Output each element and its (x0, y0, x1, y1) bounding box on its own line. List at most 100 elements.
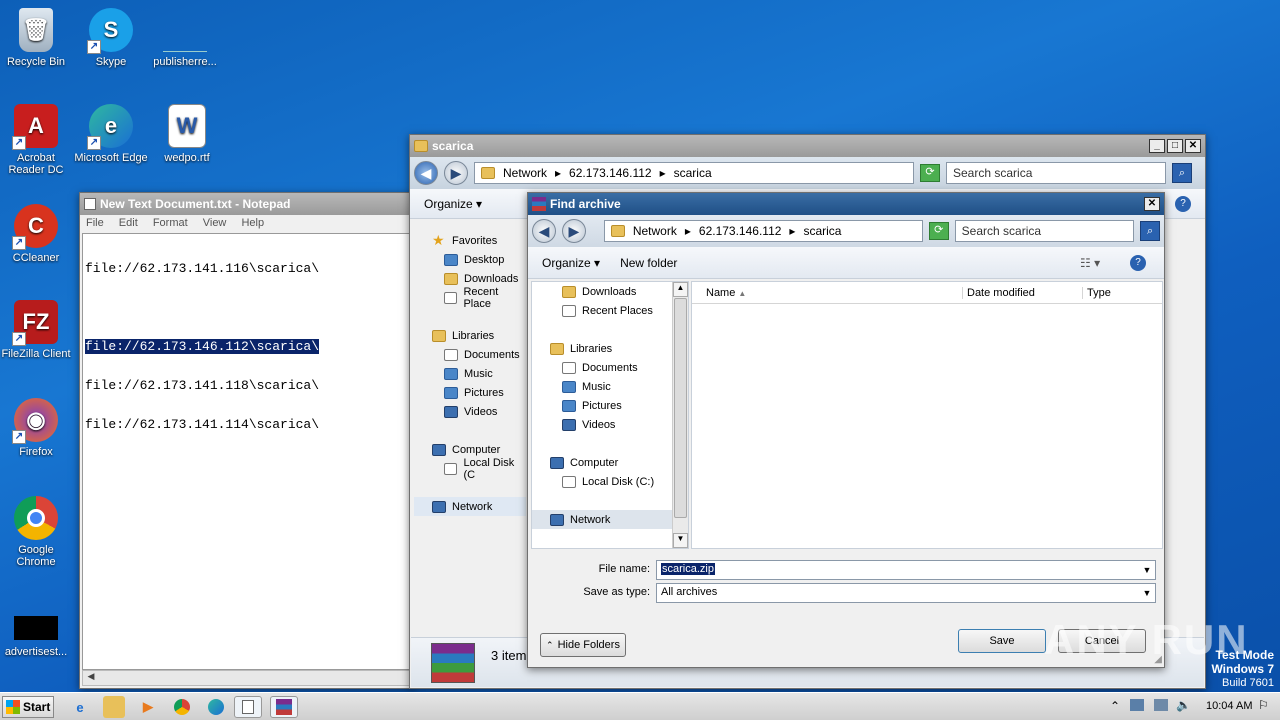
desktop-icon-chrome[interactable]: Google Chrome (0, 496, 74, 568)
notepad-text-area[interactable]: file://62.173.141.116\scarica\ file://62… (82, 233, 411, 670)
nav-recent[interactable]: Recent Place (414, 286, 526, 310)
save-type-select[interactable]: All archives ▼ (656, 583, 1156, 603)
scroll-down-icon[interactable]: ▼ (673, 533, 688, 548)
save-button[interactable]: Save (958, 629, 1046, 653)
breadcrumb-network[interactable]: Network (503, 166, 547, 180)
desktop-icon-advertise[interactable]: advertisest... (0, 616, 74, 658)
notepad-hscrollbar[interactable]: ◀ (82, 670, 411, 686)
column-type[interactable]: Type (1083, 287, 1111, 299)
dialog-refresh-icon[interactable]: ⟳ (928, 222, 949, 240)
view-options-icon[interactable]: ☷ ▾ (1080, 256, 1100, 270)
start-button[interactable]: Start (2, 696, 54, 718)
dialog-nav-libraries[interactable]: Libraries (532, 339, 674, 358)
dialog-nav-pictures[interactable]: Pictures (532, 396, 674, 415)
minimize-button[interactable]: _ (1149, 139, 1165, 153)
menu-edit[interactable]: Edit (119, 217, 138, 229)
media-player-icon[interactable]: ▶ (134, 696, 162, 718)
menu-view[interactable]: View (203, 217, 227, 229)
dialog-search-icon[interactable]: ⌕ (1140, 221, 1161, 241)
find-archive-dialog[interactable]: Find archive ✕ ◀ ▶ Network ▸ 62.173.146.… (527, 192, 1165, 668)
breadcrumb-host[interactable]: 62.173.146.112 (699, 224, 782, 238)
dialog-nav-recent[interactable]: Recent Places (532, 301, 674, 320)
file-name-input[interactable]: scarica.zip (661, 563, 715, 575)
desktop-icon-recycle-bin[interactable]: 🗑 Recycle Bin (0, 8, 74, 68)
breadcrumb-network[interactable]: Network (633, 224, 677, 238)
dialog-nav-documents[interactable]: Documents (532, 358, 674, 377)
desktop-icon-edge[interactable]: e ↗ Microsoft Edge (73, 104, 149, 164)
maximize-button[interactable]: □ (1167, 139, 1183, 153)
ie-icon[interactable]: e (66, 696, 94, 718)
nav-music[interactable]: Music (414, 364, 526, 383)
scroll-left-icon[interactable]: ◀ (83, 671, 99, 685)
organize-button[interactable]: Organize ▾ (424, 197, 482, 211)
refresh-icon[interactable]: ⟳ (920, 164, 940, 182)
new-folder-button[interactable]: New folder (620, 256, 677, 270)
notepad-titlebar[interactable]: New Text Document.txt - Notepad (80, 193, 413, 215)
menu-help[interactable]: Help (241, 217, 264, 229)
address-bar[interactable]: Network ▸ 62.173.146.112 ▸ scarica (474, 162, 914, 184)
menu-file[interactable]: File (86, 217, 104, 229)
nav-localdisk[interactable]: Local Disk (C (414, 457, 526, 481)
breadcrumb-scarica[interactable]: scarica (674, 166, 712, 180)
dialog-close-button[interactable]: ✕ (1144, 197, 1160, 211)
edge-taskbar-icon[interactable] (202, 696, 230, 718)
nav-documents[interactable]: Documents (414, 345, 526, 364)
dialog-nav-videos[interactable]: Videos (532, 415, 674, 434)
hide-folders-button[interactable]: ⌃ Hide Folders (540, 633, 626, 657)
clock[interactable]: 10:04 AM (1206, 700, 1252, 712)
search-icon[interactable]: ⌕ (1172, 163, 1192, 183)
dialog-search-input[interactable]: Search scarica (954, 220, 1135, 242)
nav-libraries[interactable]: Libraries (414, 326, 526, 345)
flag-tray-icon[interactable]: ⚐ (1258, 698, 1269, 712)
dialog-address-bar[interactable]: Network ▸ 62.173.146.112 ▸ scarica (603, 220, 923, 242)
dialog-forward-button[interactable]: ▶ (561, 219, 586, 243)
network-tray-icon[interactable] (1130, 699, 1144, 711)
dialog-nav-network[interactable]: Network (532, 510, 674, 529)
column-date[interactable]: Date modified (963, 286, 1083, 299)
tray-expand-icon[interactable]: ⌃ (1110, 699, 1120, 713)
dialog-organize-button[interactable]: Organize ▾ (542, 256, 600, 270)
desktop-icon-ccleaner[interactable]: C ↗ CCleaner (0, 204, 74, 264)
close-button[interactable]: ✕ (1185, 139, 1201, 153)
notepad-window[interactable]: New Text Document.txt - Notepad File Edi… (79, 192, 414, 689)
explorer-taskbar-icon[interactable] (103, 696, 125, 718)
file-name-combo[interactable]: scarica.zip ▼ (656, 560, 1156, 580)
dialog-nav-music[interactable]: Music (532, 377, 674, 396)
nav-network[interactable]: Network (414, 497, 526, 516)
nav-videos[interactable]: Videos (414, 402, 526, 421)
help-icon[interactable]: ? (1175, 195, 1191, 212)
search-input[interactable]: Search scarica (946, 162, 1166, 184)
nav-favorites[interactable]: ★ Favorites (414, 231, 526, 250)
dialog-file-list[interactable]: Name ▲ Date modified Type (691, 281, 1163, 549)
dialog-titlebar[interactable]: Find archive ✕ (528, 193, 1164, 215)
desktop-icon-firefox[interactable]: ◉ ↗ Firefox (0, 398, 74, 458)
file-name-dropdown-icon[interactable]: ▼ (1139, 561, 1155, 579)
scroll-thumb[interactable] (674, 298, 687, 518)
desktop-icon-publisher[interactable]: publisherre... (147, 8, 223, 68)
desktop-icon-wedpo[interactable]: W wedpo.rtf (149, 104, 225, 164)
desktop-icon-acrobat[interactable]: A ↗ Acrobat Reader DC (0, 104, 74, 176)
display-tray-icon[interactable] (1154, 699, 1168, 711)
menu-format[interactable]: Format (153, 217, 188, 229)
explorer-titlebar[interactable]: scarica _ □ ✕ (410, 135, 1205, 157)
winrar-taskbar-icon[interactable] (270, 696, 298, 718)
chrome-taskbar-icon[interactable] (168, 696, 196, 718)
desktop-icon-skype[interactable]: S ↗ Skype (73, 8, 149, 68)
column-name[interactable]: Name ▲ (692, 286, 963, 299)
forward-button[interactable]: ▶ (444, 161, 468, 185)
breadcrumb-scarica[interactable]: scarica (803, 224, 841, 238)
nav-pictures[interactable]: Pictures (414, 383, 526, 402)
save-type-dropdown-icon[interactable]: ▼ (1139, 584, 1155, 602)
nav-desktop[interactable]: Desktop (414, 250, 526, 269)
dialog-nav-downloads[interactable]: Downloads (532, 282, 674, 301)
volume-tray-icon[interactable]: 🔈 (1176, 698, 1191, 712)
dialog-nav-localdisk[interactable]: Local Disk (C:) (532, 472, 674, 491)
dialog-back-button[interactable]: ◀ (532, 219, 556, 243)
desktop-icon-filezilla[interactable]: FZ ↗ FileZilla Client (0, 300, 74, 360)
scroll-up-icon[interactable]: ▲ (673, 282, 688, 297)
dialog-help-icon[interactable]: ? (1130, 254, 1146, 271)
notepad-taskbar-icon[interactable] (234, 696, 262, 718)
dialog-nav-computer[interactable]: Computer (532, 453, 674, 472)
dialog-nav-scrollbar[interactable]: ▲ ▼ (672, 282, 688, 548)
back-button[interactable]: ◀ (414, 161, 438, 185)
